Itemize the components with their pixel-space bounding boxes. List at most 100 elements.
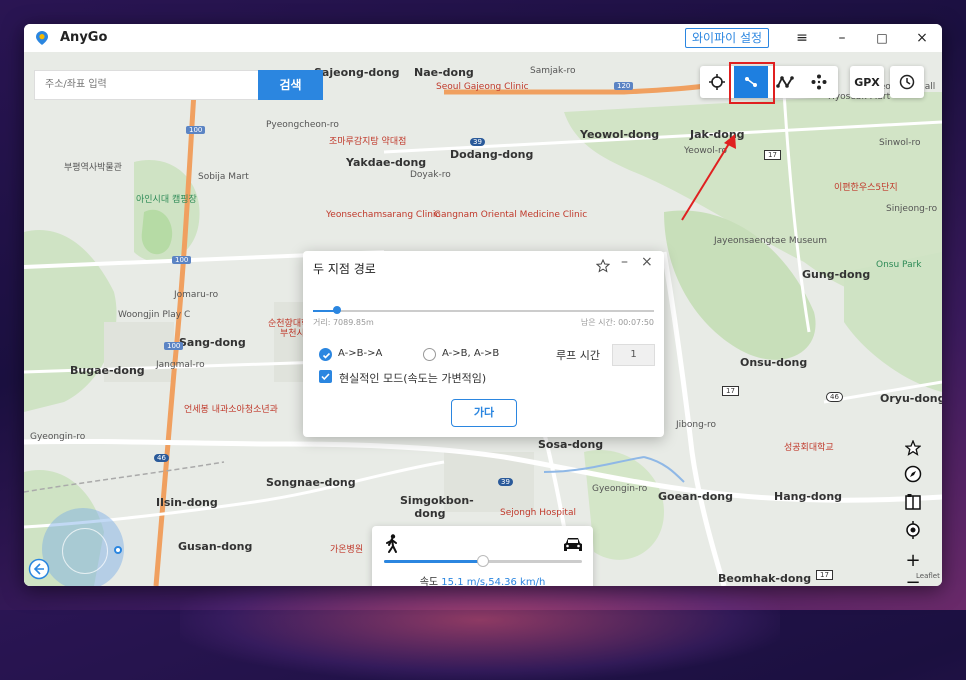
walking-icon[interactable] — [384, 534, 400, 554]
locate-me-button[interactable] — [901, 518, 925, 542]
search-input[interactable] — [35, 71, 255, 97]
map-label: Yeonsechamsarang Clinic — [326, 210, 441, 220]
map-label: Yeowol-ro — [684, 146, 727, 156]
dialog-close-icon[interactable]: × — [641, 254, 653, 270]
gpx-toolbar: GPX — [850, 66, 884, 98]
map-type-button[interactable] — [901, 490, 925, 514]
compass-button[interactable] — [901, 462, 925, 486]
zoom-in-button[interactable]: + — [901, 548, 925, 572]
map-label: Gangnam Oriental Medicine Clinic — [434, 210, 588, 220]
road-badge: 39 — [470, 138, 485, 146]
map-label: Gyeongin-ro — [592, 484, 648, 494]
locate-icon — [906, 521, 920, 539]
joystick-knob[interactable] — [62, 528, 108, 574]
map-label: Jangmal-ro — [156, 360, 205, 370]
compass-icon — [904, 465, 922, 483]
distance-text: 거리: 7089.85m — [313, 318, 374, 327]
road-badge: 17 — [722, 386, 739, 396]
crosshair-icon — [709, 74, 725, 90]
checkmark-icon — [321, 373, 330, 381]
dialog-minimize-icon[interactable]: – — [621, 254, 628, 270]
map-label: 부평역사박물관 — [64, 163, 122, 173]
road-badge: 46 — [154, 454, 169, 462]
search-button[interactable]: 검색 — [258, 70, 323, 100]
search-box — [34, 70, 260, 100]
zoom-out-button[interactable]: − — [901, 570, 925, 587]
map-label: Oryu-dong — [880, 392, 942, 405]
map-label: 조마루감지탕 약대점 — [329, 137, 407, 147]
map-label: Songnae-dong — [266, 476, 356, 489]
radio-ab-repeat[interactable] — [423, 348, 436, 361]
map-label: 성공회대학교 — [784, 443, 834, 453]
minimize-button[interactable]: – — [832, 28, 852, 48]
map-label: Dodang-dong — [450, 148, 534, 161]
loop-count-input[interactable]: 1 — [612, 344, 655, 366]
map-label: Simgokbon-dong — [400, 494, 474, 520]
titlebar: AnyGo 와이파이 설정 ≡ – □ × — [24, 24, 942, 52]
back-arrow-icon[interactable] — [28, 558, 50, 580]
map-label: Woongjin Play C — [118, 310, 191, 320]
route-progress-thumb[interactable] — [332, 306, 341, 314]
jump-teleport-mode-button[interactable] — [802, 66, 836, 98]
radio-ab-return[interactable] — [319, 348, 332, 361]
car-icon[interactable] — [562, 536, 584, 554]
highlight-box — [729, 62, 775, 104]
joystick-direction-dot[interactable] — [114, 546, 122, 554]
wifi-settings-button[interactable]: 와이파이 설정 — [685, 28, 770, 48]
check-icon — [322, 352, 331, 359]
favorite-button[interactable] — [901, 436, 925, 460]
option-ab-return-label: A->B->A — [338, 348, 383, 359]
map-label: Gusan-dong — [178, 540, 253, 553]
map-label: 가온병원 — [330, 545, 364, 555]
clock-icon — [899, 74, 915, 90]
speed-slider-thumb[interactable] — [477, 555, 489, 567]
map-label: Sobija Mart — [198, 172, 249, 182]
history-button[interactable] — [890, 66, 924, 98]
map-label: Yakdae-dong — [346, 156, 427, 169]
close-button[interactable]: × — [912, 28, 932, 48]
app-logo-icon — [36, 31, 48, 45]
favorite-star-icon[interactable] — [596, 259, 610, 273]
jump-teleport-icon — [811, 74, 827, 90]
map-label: Sang-dong — [179, 336, 246, 349]
speed-panel: 속도 15.1 m/s,54.36 km/h — [372, 526, 593, 586]
map-label: Sosa-dong — [538, 438, 604, 451]
app-window: AnyGo 와이파이 설정 ≡ – □ × Sajeong-dong Nae-d… — [24, 24, 942, 586]
speed-readout: 속도 15.1 m/s,54.36 km/h — [372, 573, 593, 586]
menu-icon[interactable]: ≡ — [792, 28, 812, 48]
map-label: Sinjeong-ro — [886, 204, 938, 214]
map-label: Pyeongcheon-ro — [266, 120, 339, 130]
road-badge: 120 — [614, 82, 634, 90]
map-label: Gyeongin-ro — [30, 432, 86, 442]
map-label: Sejongh Hospital — [500, 508, 576, 518]
map-label: 아인시대 캠핑장 — [136, 195, 197, 205]
option-ab-repeat-label: A->B, A->B — [442, 348, 500, 359]
route-progress-track — [313, 310, 654, 312]
map-label: Sinwol-ro — [879, 138, 921, 148]
map-label: Sajeong-dong — [314, 66, 400, 79]
star-icon — [905, 440, 921, 456]
map-label: Bugae-dong — [70, 364, 145, 377]
speed-value: 15.1 m/s,54.36 km/h — [441, 577, 546, 586]
maximize-button[interactable]: □ — [872, 28, 892, 48]
road-badge: 17 — [764, 150, 781, 160]
go-button[interactable]: 가다 — [451, 399, 517, 427]
remaining-time-text: 남은 시간: 00:07:50 — [580, 318, 654, 327]
gpx-import-button[interactable]: GPX — [850, 66, 884, 98]
realistic-mode-checkbox[interactable] — [319, 370, 332, 383]
map-label: Beomhak-dong — [718, 572, 812, 585]
dialog-title: 두 지점 경로 — [313, 262, 376, 276]
map-label: Doyak-ro — [410, 170, 451, 180]
road-badge: 100 — [186, 126, 206, 134]
map-label: Onsu Park — [876, 260, 922, 270]
map-label: 이편한우스5단지 — [834, 183, 898, 193]
map-label: Nae-dong — [414, 66, 474, 79]
app-title: AnyGo — [60, 30, 108, 45]
map-label: Jak-dong — [690, 128, 745, 141]
road-badge: 100 — [172, 256, 192, 264]
map-label: Seoul Gajeong Clinic — [436, 82, 529, 92]
map-book-icon — [905, 494, 921, 510]
map-label: 언세봉 내과소아청소년과 — [184, 405, 278, 415]
map-view[interactable]: Sajeong-dong Nae-dong Samjak-ro Seoul Ga… — [24, 52, 942, 586]
road-badge: 100 — [164, 342, 184, 350]
